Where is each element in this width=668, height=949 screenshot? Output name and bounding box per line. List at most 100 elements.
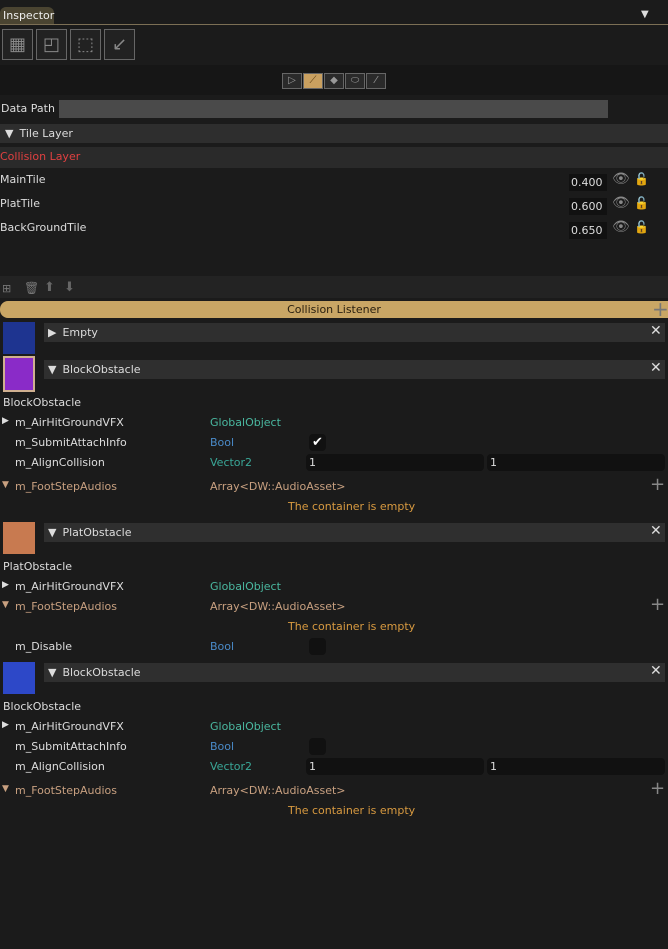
- expand-arrow-icon: ▼: [5, 127, 14, 140]
- field-name: m_AirHitGroundVFX: [15, 416, 124, 429]
- tab-inspector[interactable]: Inspector: [0, 7, 54, 24]
- tile-layer-header[interactable]: ▼ Tile Layer: [0, 124, 668, 143]
- divider: [0, 24, 668, 25]
- field-type: Bool: [210, 640, 235, 653]
- delete-icon[interactable]: 🗑: [24, 281, 39, 295]
- entry-title: Empty: [62, 326, 98, 339]
- list-toolbar: [0, 276, 668, 298]
- resize-icon[interactable]: ◰: [36, 29, 67, 60]
- collision-layer-item[interactable]: Collision Layer: [0, 147, 668, 168]
- dropdown-arrow-icon[interactable]: ▼: [641, 9, 649, 20]
- eraser-tool-button[interactable]: ◆: [324, 73, 344, 89]
- checkbox[interactable]: [309, 638, 326, 655]
- color-swatch[interactable]: [3, 356, 35, 392]
- add-icon[interactable]: +: [650, 474, 665, 495]
- vector-y-input[interactable]: 1: [487, 454, 665, 471]
- layer-opacity-input[interactable]: 0.400: [569, 174, 607, 191]
- entry-title: BlockObstacle: [62, 363, 141, 376]
- expand-arrow-icon[interactable]: ▼: [2, 784, 9, 794]
- field-name: m_AlignCollision: [15, 760, 105, 773]
- lock-icon[interactable]: 🔓: [634, 220, 649, 234]
- collision-listener-header[interactable]: Collision Listener: [0, 301, 668, 318]
- layer-opacity-input[interactable]: 0.600: [569, 198, 607, 215]
- picker-tool-button[interactable]: ⁄: [366, 73, 386, 89]
- field-name: m_AirHitGroundVFX: [15, 580, 124, 593]
- entry-header[interactable]: ▼ PlatObstacle: [44, 523, 665, 542]
- eye-icon[interactable]: 👁: [612, 219, 630, 235]
- brush-tool-button[interactable]: ⟋: [303, 73, 323, 89]
- layer-opacity-input[interactable]: 0.650: [569, 222, 607, 239]
- empty-container-text: The container is empty: [288, 500, 416, 513]
- entry-label: PlatObstacle: [3, 560, 73, 573]
- vector-x-input[interactable]: 1: [306, 454, 484, 471]
- eye-icon[interactable]: 👁: [612, 171, 630, 187]
- checkbox[interactable]: [309, 738, 326, 755]
- layer-name: PlatTile: [0, 197, 41, 210]
- field-type: Array<DW::AudioAsset>: [210, 480, 346, 493]
- expand-arrow-icon: ▶: [48, 326, 57, 339]
- entry-header[interactable]: ▶ Empty: [44, 323, 665, 342]
- tile-layer-label: Tile Layer: [19, 127, 73, 140]
- field-name: m_SubmitAttachInfo: [15, 436, 127, 449]
- new-tilemap-icon[interactable]: ▦: [2, 29, 33, 60]
- color-swatch[interactable]: [3, 662, 35, 694]
- color-swatch[interactable]: [3, 522, 35, 554]
- entry-label: BlockObstacle: [3, 396, 82, 409]
- field-type: Vector2: [210, 760, 253, 773]
- field-name: m_SubmitAttachInfo: [15, 740, 127, 753]
- field-type: Array<DW::AudioAsset>: [210, 784, 346, 797]
- move-down-icon[interactable]: ⬇: [64, 280, 75, 295]
- layer-name: MainTile: [0, 173, 46, 186]
- expand-arrow-icon[interactable]: ▶: [2, 580, 9, 590]
- expand-arrow-icon: ▼: [48, 666, 57, 679]
- field-name: m_FootStepAudios: [15, 480, 117, 493]
- selection-icon[interactable]: ⬚: [70, 29, 101, 60]
- close-icon[interactable]: ✕: [650, 523, 662, 539]
- import-icon[interactable]: ↙: [104, 29, 135, 60]
- entry-header[interactable]: ▼ BlockObstacle: [44, 663, 665, 682]
- field-type: Vector2: [210, 456, 253, 469]
- entry-label: BlockObstacle: [3, 700, 82, 713]
- select-tool-button[interactable]: ▷: [282, 73, 302, 89]
- vector-y-input[interactable]: 1: [487, 758, 665, 775]
- expand-arrow-icon: ▼: [48, 363, 57, 376]
- expand-arrow-icon[interactable]: ▶: [2, 416, 9, 426]
- layer-name: BackGroundTile: [0, 221, 87, 234]
- lock-icon[interactable]: 🔓: [634, 172, 649, 186]
- move-up-icon[interactable]: ⬆: [44, 280, 55, 295]
- field-name: m_AirHitGroundVFX: [15, 720, 124, 733]
- close-icon[interactable]: ✕: [650, 663, 662, 679]
- field-name: m_FootStepAudios: [15, 784, 117, 797]
- add-icon[interactable]: +: [650, 594, 665, 615]
- field-type: GlobalObject: [210, 416, 281, 429]
- close-icon[interactable]: ✕: [650, 360, 662, 376]
- close-icon[interactable]: ✕: [650, 323, 662, 339]
- field-type: GlobalObject: [210, 580, 281, 593]
- empty-container-text: The container is empty: [288, 620, 416, 633]
- color-swatch[interactable]: [3, 322, 35, 354]
- expand-arrow-icon[interactable]: ▼: [2, 600, 9, 610]
- field-type: Array<DW::AudioAsset>: [210, 600, 346, 613]
- data-path-input[interactable]: [59, 100, 608, 118]
- add-icon[interactable]: +: [652, 297, 668, 321]
- data-path-label: Data Path: [1, 102, 55, 115]
- entry-title: PlatObstacle: [62, 526, 132, 539]
- add-icon[interactable]: +: [650, 778, 665, 799]
- entry-header[interactable]: ▼ BlockObstacle: [44, 360, 665, 379]
- eye-icon[interactable]: 👁: [612, 195, 630, 211]
- expand-arrow-icon[interactable]: ▼: [2, 480, 9, 490]
- field-name: m_Disable: [15, 640, 73, 653]
- field-name: m_FootStepAudios: [15, 600, 117, 613]
- empty-container-text: The container is empty: [288, 804, 416, 817]
- expand-arrow-icon[interactable]: ▶: [2, 720, 9, 730]
- field-name: m_AlignCollision: [15, 456, 105, 469]
- vector-x-input[interactable]: 1: [306, 758, 484, 775]
- expand-arrow-icon: ▼: [48, 526, 57, 539]
- field-type: Bool: [210, 740, 235, 753]
- lock-icon[interactable]: 🔓: [634, 196, 649, 210]
- add-item-icon[interactable]: ⊞: [2, 282, 11, 295]
- entry-title: BlockObstacle: [62, 666, 141, 679]
- fill-tool-button[interactable]: ⬭: [345, 73, 365, 89]
- checkbox[interactable]: ✔: [309, 434, 326, 451]
- field-type: Bool: [210, 436, 235, 449]
